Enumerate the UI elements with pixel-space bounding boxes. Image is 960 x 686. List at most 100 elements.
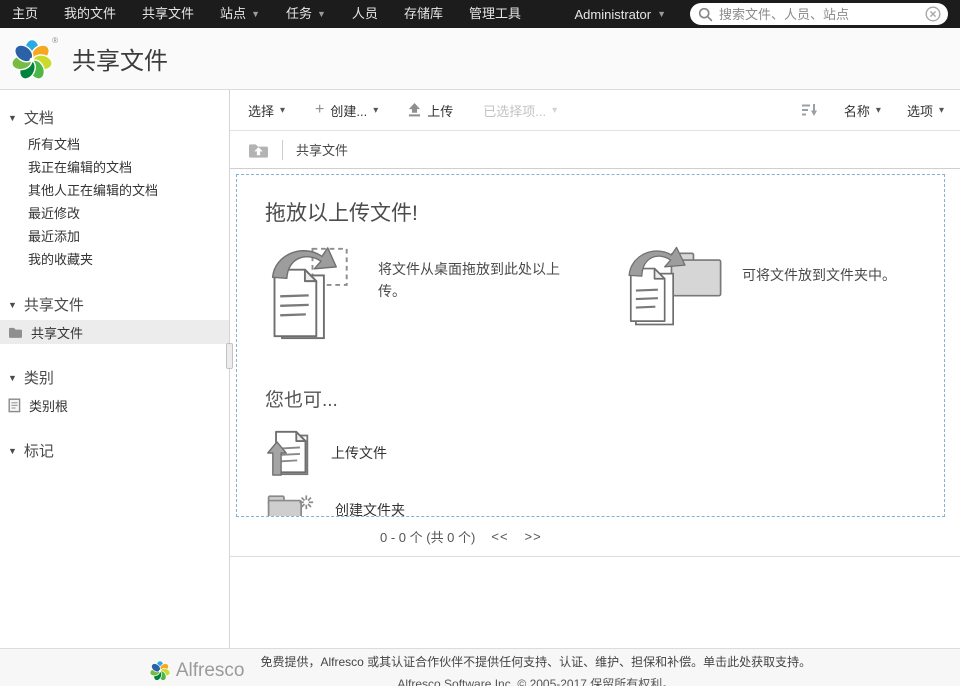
upload-file-icon (265, 428, 311, 478)
nav-item-repository[interactable]: 存储库 (391, 0, 456, 28)
options-button[interactable]: 选项 ▾ (907, 101, 944, 120)
footer-text: 免费提供，Alfresco 或其认证合作伙伴不提供任何支持、认证、维护、担保和补… (260, 653, 811, 686)
previous-page-button[interactable]: << (491, 529, 508, 544)
sidebar-item-my-favorites[interactable]: 我的收藏夹 (0, 248, 229, 271)
tree-item-label: 类别根 (29, 396, 68, 415)
alfresco-share-page: 主页 我的文件 共享文件 站点▼ 任务▼ 人员 存储库 管理工具 Adminis… (0, 0, 960, 686)
sidebar-item-all-documents[interactable]: 所有文档 (0, 133, 229, 156)
main-content: 选择 ▾ + 创建... ▾ 上传 已选择项... ▾ (230, 90, 960, 648)
user-menu-label: Administrator (575, 7, 652, 22)
select-label: 选择 (248, 101, 274, 120)
section-title-tags[interactable]: ▼ 标记 (0, 435, 229, 466)
tree-item-shared-files[interactable]: 共享文件 (0, 320, 229, 344)
upload-file-label: 上传文件 (331, 443, 387, 463)
search-input[interactable] (719, 7, 925, 22)
pagination-range: 0 - 0 个 (共 0 个) (380, 527, 475, 546)
tree-item-label: 共享文件 (31, 323, 83, 342)
alfresco-flower-icon (149, 659, 171, 682)
search-icon[interactable] (698, 7, 713, 22)
nav-item-home[interactable]: 主页 (0, 0, 51, 28)
sort-direction-icon[interactable] (801, 103, 818, 117)
sort-field-button[interactable]: 名称 ▾ (844, 101, 881, 120)
hint-drop-to-folder: 可将文件放到文件夹中。 (624, 243, 932, 328)
options-label: 选项 (907, 101, 933, 120)
nav-item-admin-tools[interactable]: 管理工具 (456, 0, 534, 28)
plus-icon: + (315, 102, 324, 118)
create-folder-label: 创建文件夹 (335, 500, 405, 517)
nav-label: 我的文件 (64, 0, 116, 28)
create-folder-icon (265, 492, 315, 517)
sidebar-item-im-editing[interactable]: 我正在编辑的文档 (0, 156, 229, 179)
sidebar-item-others-editing[interactable]: 其他人正在编辑的文档 (0, 179, 229, 202)
footer-copyright: Alfresco Software Inc. © 2005-2017 保留所有权… (260, 675, 811, 686)
pagination-bar: 0 - 0 个 (共 0 个) << >> (230, 517, 960, 557)
section-label: 标记 (24, 440, 54, 461)
hint-desktop-text: 将文件从桌面拖放到此处以上传。 (378, 259, 560, 302)
sidebar-resize-handle[interactable] (226, 343, 233, 369)
top-nav: 主页 我的文件 共享文件 站点▼ 任务▼ 人员 存储库 管理工具 Adminis… (0, 0, 960, 28)
documents-filter-list: 所有文档 我正在编辑的文档 其他人正在编辑的文档 最近修改 最近添加 我的收藏夹 (0, 133, 229, 271)
sidebar: ▼ 文档 所有文档 我正在编辑的文档 其他人正在编辑的文档 最近修改 最近添加 … (0, 90, 230, 648)
sort-field-label: 名称 (844, 101, 870, 120)
section-label: 共享文件 (24, 294, 84, 315)
section-title-shared-files[interactable]: ▼ 共享文件 (0, 289, 229, 320)
file-drop-zone[interactable]: 拖放以上传文件! 将文件从桌面拖放到此处以 (236, 174, 945, 517)
user-menu[interactable]: Administrator ▼ (565, 7, 677, 22)
clear-search-icon[interactable] (925, 6, 941, 22)
nav-item-sites[interactable]: 站点▼ (207, 0, 273, 28)
chevron-down-icon: ▾ (373, 105, 378, 116)
dropzone-alt-title: 您也可... (265, 385, 924, 412)
sidebar-section-tags: ▼ 标记 (0, 435, 229, 466)
chevron-down-icon: ▾ (552, 105, 557, 116)
nav-item-people[interactable]: 人员 (339, 0, 391, 28)
folder-icon (8, 326, 23, 339)
chevron-down-icon: ▾ (280, 105, 285, 116)
create-button[interactable]: + 创建... ▾ (315, 101, 378, 120)
upload-button[interactable]: 上传 (408, 101, 453, 120)
select-button[interactable]: 选择 ▾ (248, 101, 285, 120)
drag-upload-illustration-icon (265, 243, 360, 343)
upload-label: 上传 (427, 101, 453, 120)
chevron-down-icon: ▼ (251, 0, 260, 28)
triangle-down-icon: ▼ (8, 446, 17, 456)
footer-logo: Alfresco (149, 659, 245, 682)
support-link[interactable]: 单击此处获取支持。 (703, 655, 811, 669)
triangle-down-icon: ▼ (8, 113, 17, 123)
nav-label: 共享文件 (142, 0, 194, 28)
document-icon (8, 398, 21, 413)
breadcrumb: 共享文件 (230, 131, 960, 169)
hint-drag-from-desktop: 将文件从桌面拖放到此处以上传。 (265, 243, 560, 343)
sidebar-section-shared-files: ▼ 共享文件 共享文件 (0, 289, 229, 344)
chevron-down-icon: ▼ (317, 0, 326, 28)
section-title-categories[interactable]: ▼ 类别 (0, 362, 229, 393)
sidebar-item-recently-added[interactable]: 最近添加 (0, 225, 229, 248)
folder-up-icon[interactable] (248, 141, 269, 159)
chevron-down-icon: ▾ (876, 105, 881, 116)
section-label: 文档 (24, 107, 54, 128)
sidebar-item-recently-modified[interactable]: 最近修改 (0, 202, 229, 225)
nav-item-my-files[interactable]: 我的文件 (51, 0, 129, 28)
nav-label: 人员 (352, 0, 378, 28)
nav-label: 存储库 (404, 0, 443, 28)
nav-label: 管理工具 (469, 0, 521, 28)
alfresco-logo[interactable]: ® (10, 36, 56, 82)
create-label: 创建... (330, 101, 367, 120)
create-folder-action[interactable]: 创建文件夹 (265, 492, 405, 517)
footer-support-text: 免费提供，Alfresco 或其认证合作伙伴不提供任何支持、认证、维护、担保和补… (260, 655, 703, 669)
nav-item-tasks[interactable]: 任务▼ (273, 0, 339, 28)
section-title-documents[interactable]: ▼ 文档 (0, 102, 229, 133)
footer: Alfresco 免费提供，Alfresco 或其认证合作伙伴不提供任何支持、认… (0, 648, 960, 686)
breadcrumb-current: 共享文件 (296, 140, 348, 159)
next-page-button[interactable]: >> (525, 529, 542, 544)
tree-item-category-root[interactable]: 类别根 (0, 393, 229, 417)
file-toolbar: 选择 ▾ + 创建... ▾ 上传 已选择项... ▾ (230, 90, 960, 131)
upload-file-action[interactable]: 上传文件 (265, 428, 387, 478)
nav-label: 站点 (220, 0, 246, 28)
sidebar-section-documents: ▼ 文档 所有文档 我正在编辑的文档 其他人正在编辑的文档 最近修改 最近添加 … (0, 102, 229, 271)
selected-items-button[interactable]: 已选择项... ▾ (483, 101, 557, 120)
registered-mark: ® (52, 36, 58, 45)
upload-icon (408, 103, 421, 117)
hint-folder-text: 可将文件放到文件夹中。 (742, 265, 932, 287)
body-row: ▼ 文档 所有文档 我正在编辑的文档 其他人正在编辑的文档 最近修改 最近添加 … (0, 90, 960, 648)
nav-item-shared-files[interactable]: 共享文件 (129, 0, 207, 28)
